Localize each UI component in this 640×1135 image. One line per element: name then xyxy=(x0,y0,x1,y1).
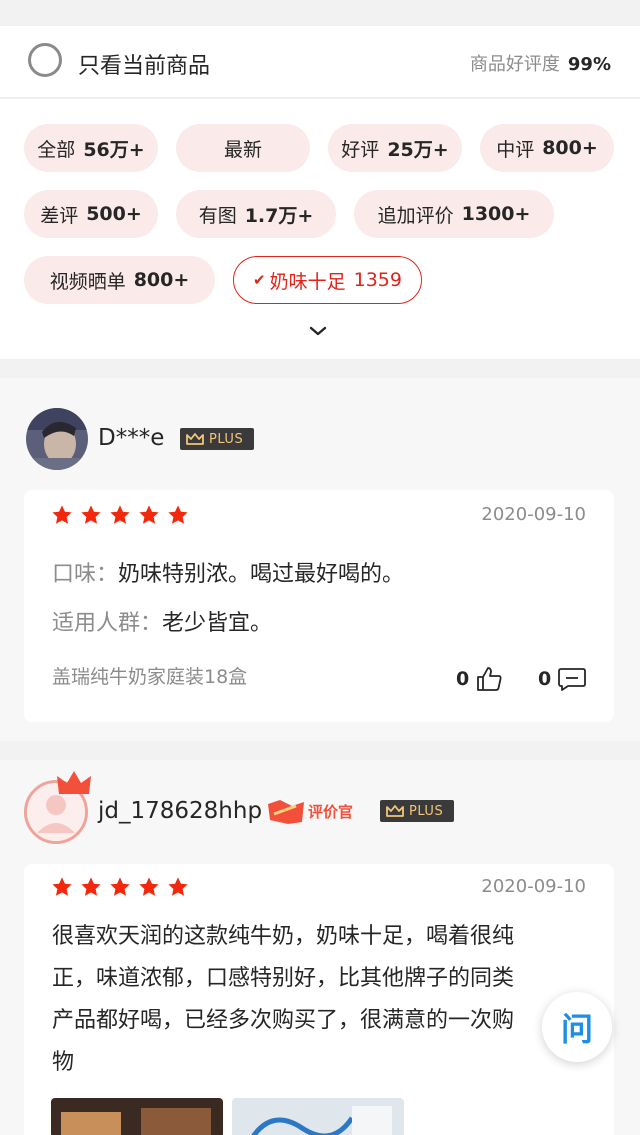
star-rating xyxy=(51,876,189,898)
tag-count: 800+ xyxy=(133,269,190,291)
tag-label: 好评 xyxy=(341,138,380,161)
tag-rich-milk[interactable]: ✔ 奶味十足 1359 xyxy=(233,256,422,304)
top-strip xyxy=(0,0,640,26)
crown-icon xyxy=(386,805,404,817)
tag-with-images[interactable]: 有图 1.7万+ xyxy=(176,190,336,238)
tag-follow-up[interactable]: 追加评价 1300+ xyxy=(354,190,554,238)
avatar[interactable] xyxy=(26,408,88,470)
tag-count: 1.7万+ xyxy=(244,204,314,227)
product-variant: 盖瑞纯牛奶家庭装18盒 xyxy=(52,666,248,688)
star-icon xyxy=(81,505,101,524)
like-count: 0 xyxy=(456,668,470,690)
attribute-label: 适用人群： xyxy=(52,611,163,636)
tag-count: 800+ xyxy=(542,137,598,159)
star-icon xyxy=(110,877,130,896)
ask-icon-label: 问 xyxy=(560,1010,593,1048)
star-icon xyxy=(52,877,72,896)
reviewer-badge-icon xyxy=(268,800,304,824)
tag-label: 奶味十足 xyxy=(269,270,346,293)
tag-count: 1300+ xyxy=(461,203,531,225)
only-current-label[interactable]: 只看当前商品 xyxy=(78,48,210,80)
rating-label: 商品好评度 xyxy=(469,54,560,75)
tag-latest[interactable]: 最新 xyxy=(176,124,310,172)
reviewer-badge-label: 评价官 xyxy=(308,802,354,821)
review-image[interactable] xyxy=(232,1098,404,1135)
comment-count: 0 xyxy=(538,668,552,690)
review-text-line: 物 xyxy=(52,1050,75,1075)
plus-badge-label: PLUS xyxy=(409,803,444,819)
tag-label: 追加评价 xyxy=(377,204,454,227)
tag-label: 全部 xyxy=(37,138,76,161)
review-card[interactable]: 2020-09-10 很喜欢天润的这款纯牛奶，奶味十足，喝着很纯 正，味道浓郁，… xyxy=(24,864,614,1135)
star-icon xyxy=(139,877,159,896)
star-icon xyxy=(168,505,188,524)
product-rating: 商品好评度 99% xyxy=(470,50,611,76)
review-text-line: 很喜欢天润的这款纯牛奶，奶味十足，喝着很纯 xyxy=(52,924,515,949)
plus-badge: PLUS xyxy=(380,800,454,822)
review-date: 2020-09-10 xyxy=(481,876,586,897)
attribute-label: 口味： xyxy=(52,562,119,587)
tag-label: 差评 xyxy=(40,204,79,227)
tag-count: 25万+ xyxy=(387,138,449,161)
comment-button[interactable]: 0 xyxy=(538,666,587,692)
review-image[interactable] xyxy=(51,1098,223,1135)
review-attribute: 口味：奶味特别浓。喝过最好喝的。 xyxy=(52,556,404,588)
tag-count: 500+ xyxy=(86,203,142,225)
tag-label: 最新 xyxy=(223,138,262,161)
tag-label: 中评 xyxy=(496,138,535,161)
tag-label: 视频晒单 xyxy=(49,270,126,293)
review-card[interactable]: 2020-09-10 口味：奶味特别浓。喝过最好喝的。 适用人群：老少皆宜。 盖… xyxy=(24,490,614,722)
star-rating xyxy=(51,504,189,526)
plus-badge-label: PLUS xyxy=(209,431,244,447)
tag-count: 56万+ xyxy=(83,138,145,161)
tag-count: 1359 xyxy=(353,269,402,291)
attribute-value: 奶味特别浓。喝过最好喝的。 xyxy=(118,562,405,587)
crown-icon xyxy=(186,433,204,445)
filter-bar: 只看当前商品 商品好评度 99% xyxy=(0,26,640,98)
comment-icon xyxy=(558,668,587,691)
username: jd_178628hhp xyxy=(98,798,263,824)
tag-positive[interactable]: 好评 25万+ xyxy=(328,124,462,172)
review-text-line: 正，味道浓郁，口感特别好，比其他牌子的同类 xyxy=(52,966,515,991)
plus-badge: PLUS xyxy=(180,428,254,450)
tag-video[interactable]: 视频晒单 800+ xyxy=(24,256,215,304)
crown-icon xyxy=(57,771,91,794)
star-icon xyxy=(52,505,72,524)
thumbs-up-icon xyxy=(477,667,502,691)
tag-all[interactable]: 全部 56万+ xyxy=(24,124,158,172)
only-current-radio[interactable] xyxy=(28,43,62,77)
tag-label: 有图 xyxy=(198,204,237,227)
review-attribute: 适用人群：老少皆宜。 xyxy=(52,605,272,637)
star-icon xyxy=(81,877,101,896)
star-icon xyxy=(168,877,188,896)
review-date: 2020-09-10 xyxy=(481,504,586,525)
attribute-value: 老少皆宜。 xyxy=(162,611,273,636)
review-text: 很喜欢天润的这款纯牛奶，奶味十足，喝着很纯 正，味道浓郁，口感特别好，比其他牌子… xyxy=(52,916,597,1084)
ask-float-button[interactable]: 问 xyxy=(542,992,612,1062)
star-icon xyxy=(110,505,130,524)
username: D***e xyxy=(98,425,165,451)
like-button[interactable]: 0 xyxy=(456,666,503,692)
rating-value: 99% xyxy=(567,54,611,75)
tag-filter-area: 全部 56万+ 最新 好评 25万+ 中评 800+ 差评 500+ 有图 1.7万+ 追… xyxy=(0,99,640,359)
review-text-line: 产品都好喝，已经多次购买了，很满意的一次购 xyxy=(52,1008,515,1033)
tag-neutral[interactable]: 中评 800+ xyxy=(480,124,614,172)
check-icon: ✔ xyxy=(253,271,266,289)
tag-negative[interactable]: 差评 500+ xyxy=(24,190,158,238)
avatar-photo xyxy=(26,408,88,470)
review-item: D***e PLUS 2020-09-10 口味：奶味特别浓。喝过最好喝的。 适… xyxy=(0,378,640,741)
chevron-down-icon[interactable] xyxy=(309,322,327,340)
review-item: jd_178628hhp 评价官 PLUS 2020-09-10 很喜欢天润的这… xyxy=(0,760,640,1135)
reviewer-badge: 评价官 xyxy=(266,796,362,826)
star-icon xyxy=(139,505,159,524)
